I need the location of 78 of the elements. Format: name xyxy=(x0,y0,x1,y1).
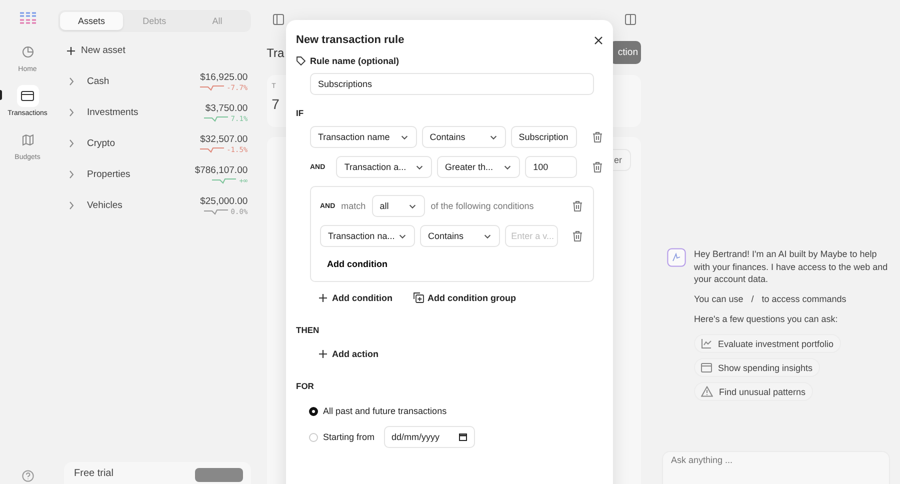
plus-icon xyxy=(318,292,328,302)
warning-icon xyxy=(701,386,713,397)
command-key: / xyxy=(751,294,754,304)
panel-toggle-icon[interactable] xyxy=(625,14,636,25)
chevron-right-icon[interactable] xyxy=(68,108,75,117)
trash-icon[interactable] xyxy=(572,200,583,212)
radio-button[interactable] xyxy=(309,406,318,416)
add-condition-group-button[interactable]: Add condition group xyxy=(412,292,516,303)
assistant-message: Hey Bertrand! I'm an AI built by Maybe to help with your finances. I have access to the web and your account data. xyxy=(694,248,889,285)
add-condition-button[interactable]: Add condition xyxy=(318,292,392,303)
date-field[interactable]: dd/mm/yyyy xyxy=(384,426,475,448)
chevron-right-icon[interactable] xyxy=(68,77,75,86)
match-select[interactable]: all xyxy=(372,195,425,217)
sidebar-toggle-icon[interactable] xyxy=(272,14,284,25)
assistant-avatar-icon xyxy=(667,248,686,268)
match-label: match xyxy=(341,201,366,211)
scope-label: All past and future transactions xyxy=(323,406,447,416)
logo-icon xyxy=(18,12,36,24)
upgrade-button[interactable] xyxy=(194,468,243,482)
trash-icon[interactable] xyxy=(592,161,603,173)
close-button[interactable] xyxy=(594,36,603,44)
commands-text: You can use xyxy=(694,294,744,304)
pie-chart-icon xyxy=(22,46,34,58)
rule-name-field[interactable]: Subscriptions xyxy=(310,73,594,95)
field-select[interactable]: Transaction a... xyxy=(336,156,432,178)
field-select[interactable]: Transaction name xyxy=(310,126,417,148)
chart-icon xyxy=(701,338,712,349)
chat-input[interactable]: Ask anything ... xyxy=(662,451,890,484)
add-condition-button[interactable]: Add condition xyxy=(320,255,394,273)
conditions-label: of the following conditions xyxy=(430,201,535,211)
for-label: FOR xyxy=(296,381,315,391)
account-amount: $32,507.00 xyxy=(200,134,248,144)
operator-select[interactable]: Contains xyxy=(422,126,506,148)
map-icon xyxy=(22,134,34,146)
commands-text: to access commands xyxy=(762,294,846,304)
account-name: Vehicles xyxy=(87,200,124,211)
value-field[interactable]: 100 xyxy=(525,156,577,178)
account-name: Crypto xyxy=(87,138,116,149)
add-action-button[interactable]: Add action xyxy=(318,349,378,359)
trial-label: Free trial xyxy=(74,468,114,481)
chevron-right-icon[interactable] xyxy=(68,139,75,148)
chevron-right-icon[interactable] xyxy=(68,201,75,210)
operator-select[interactable]: Greater th... xyxy=(437,156,520,178)
tag-icon xyxy=(296,56,306,66)
dialog-title: New transaction rule xyxy=(296,34,404,46)
trash-icon[interactable] xyxy=(592,131,604,143)
account-amount: $16,925.00 xyxy=(200,72,248,82)
tab[interactable]: Assets xyxy=(60,12,123,30)
operator-select[interactable]: Contains xyxy=(420,225,500,247)
rule-name-label: Rule name (optional) xyxy=(310,56,400,66)
suggestion-chip[interactable]: Evaluate investment portfolio xyxy=(694,334,841,353)
value-field[interactable]: Subscription xyxy=(510,126,578,148)
then-label: THEN xyxy=(296,325,320,335)
calendar-icon xyxy=(458,433,467,441)
field-select[interactable]: Transaction na... xyxy=(320,225,415,247)
suggestion-chip[interactable]: Find unusual patterns xyxy=(694,382,813,401)
account-name: Cash xyxy=(87,76,110,87)
account-name: Investments xyxy=(87,107,140,118)
copy-plus-icon xyxy=(412,292,424,303)
new-asset-button[interactable]: New asset xyxy=(58,32,251,66)
suggestion-chip[interactable]: Show spending insights xyxy=(694,358,820,377)
trash-icon[interactable] xyxy=(572,230,583,242)
account-name: Properties xyxy=(87,169,132,180)
questions-intro: Here's a few questions you can ask: xyxy=(694,312,839,325)
summary-value: 7 xyxy=(272,96,280,112)
credit-card-icon xyxy=(21,91,34,101)
help-icon[interactable] xyxy=(22,470,34,482)
wallet-icon xyxy=(701,362,712,373)
account-amount: $786,107.00 xyxy=(194,164,248,176)
plus-icon xyxy=(318,349,328,359)
scope-label: Starting from xyxy=(323,432,375,442)
close-icon xyxy=(594,36,603,44)
if-label: IF xyxy=(296,108,305,118)
account-amount: $3,750.00 xyxy=(205,102,248,114)
chevron-right-icon[interactable] xyxy=(68,170,75,179)
account-amount: $25,000.00 xyxy=(200,196,248,206)
plus-icon xyxy=(66,46,76,56)
page-title: Tra xyxy=(266,46,284,60)
